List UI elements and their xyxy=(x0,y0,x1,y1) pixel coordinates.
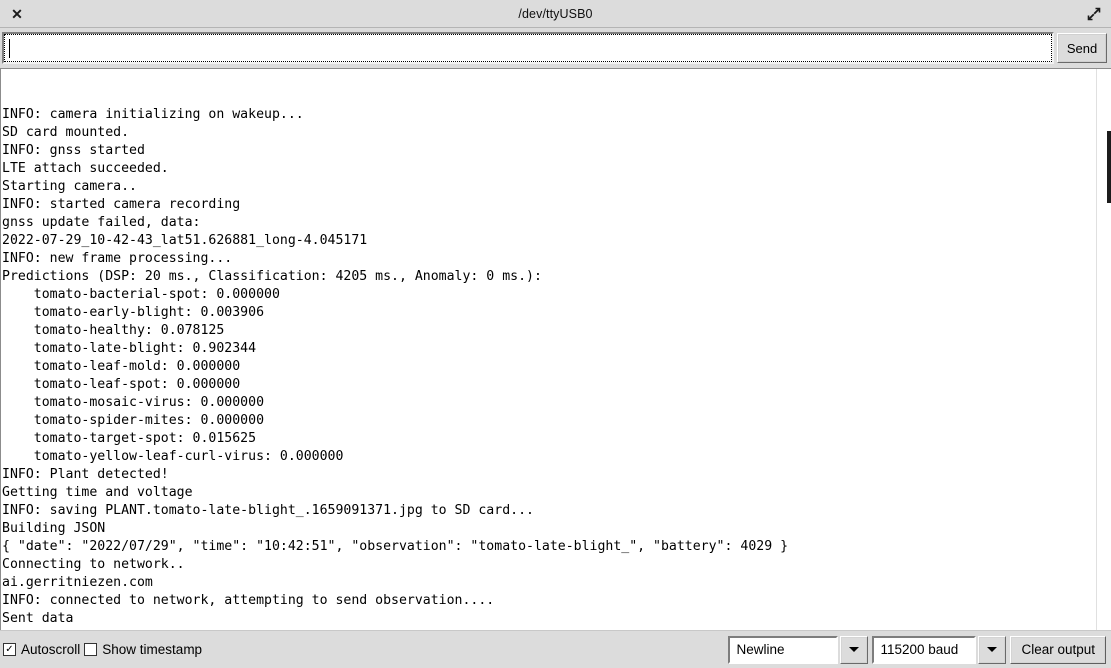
console-line: ai.gerritniezen.com xyxy=(2,575,153,590)
console-line: INFO: connected to network, attempting t… xyxy=(2,593,495,608)
text-caret xyxy=(9,38,10,58)
console-line: tomato-mosaic-virus: 0.000000 xyxy=(2,395,265,410)
console-area: INFO: camera initializing on wakeup... SD… xyxy=(0,68,1111,630)
console-line: Sent data xyxy=(2,611,74,626)
console-line: tomato-yellow-leaf-curl-virus: 0.000000 xyxy=(2,449,344,464)
console-line: INFO: camera initializing on wakeup... xyxy=(2,107,304,122)
line-ending-select[interactable]: Newline xyxy=(728,635,869,664)
autoscroll-checkbox[interactable]: ✓ Autoscroll xyxy=(3,642,80,657)
autoscroll-checkbox-box: ✓ xyxy=(3,643,16,656)
console-line: INFO: saving PLANT.tomato-late-blight_.1… xyxy=(2,503,534,518)
maximize-icon[interactable] xyxy=(1083,3,1105,25)
autoscroll-label: Autoscroll xyxy=(21,642,81,657)
console-line: tomato-early-blight: 0.003906 xyxy=(2,305,265,320)
console-line: tomato-leaf-mold: 0.000000 xyxy=(2,359,241,374)
baud-rate-select[interactable]: 115200 baud xyxy=(872,635,1007,664)
console-line: Connecting to network.. xyxy=(2,557,185,572)
show-timestamp-label: Show timestamp xyxy=(102,642,203,657)
show-timestamp-checkbox[interactable]: Show timestamp xyxy=(84,642,202,657)
console-output[interactable]: INFO: camera initializing on wakeup... SD… xyxy=(1,69,1096,630)
console-line: 2022-07-29_10-42-43_lat51.626881_long-4.… xyxy=(2,233,368,248)
chevron-down-glyph xyxy=(849,647,860,652)
chevron-down-glyph xyxy=(987,647,998,652)
console-line: INFO: Plant detected! xyxy=(2,467,169,482)
console-line: INFO: gnss started xyxy=(2,143,145,158)
send-row: Send xyxy=(0,28,1111,68)
console-line: tomato-target-spot: 0.015625 xyxy=(2,431,257,446)
console-line: SD card mounted. xyxy=(2,125,130,140)
baud-rate-value[interactable]: 115200 baud xyxy=(872,635,977,664)
console-line: Starting camera.. xyxy=(2,179,137,194)
clear-output-button[interactable]: Clear output xyxy=(1010,635,1106,664)
chevron-down-icon[interactable] xyxy=(840,635,869,664)
close-icon[interactable]: ✕ xyxy=(0,0,34,27)
window-title: /dev/ttyUSB0 xyxy=(518,6,593,21)
chevron-down-icon[interactable] xyxy=(978,635,1007,664)
send-input[interactable] xyxy=(2,32,1054,64)
send-button[interactable]: Send xyxy=(1057,33,1107,63)
titlebar: ✕ /dev/ttyUSB0 xyxy=(0,0,1111,28)
console-line: INFO: new frame processing... xyxy=(2,251,233,266)
console-line: tomato-bacterial-spot: 0.000000 xyxy=(2,287,280,302)
console-line: tomato-healthy: 0.078125 xyxy=(2,323,225,338)
console-line: tomato-spider-mites: 0.000000 xyxy=(2,413,265,428)
serial-monitor-window: ✕ /dev/ttyUSB0 Send INFO: camera initial… xyxy=(0,0,1111,668)
console-line: tomato-leaf-spot: 0.000000 xyxy=(2,377,241,392)
console-line: HGoing to deep sleep.. xyxy=(2,628,1096,630)
status-bar: ✓ Autoscroll Show timestamp Newline 1152… xyxy=(0,630,1111,668)
console-line: LTE attach succeeded. xyxy=(2,161,169,176)
scrollbar-thumb[interactable] xyxy=(1107,131,1111,203)
vertical-scrollbar[interactable] xyxy=(1096,69,1111,630)
console-line: { "date": "2022/07/29", "time": "10:42:5… xyxy=(2,539,789,554)
console-line: gnss update failed, data: xyxy=(2,215,201,230)
show-timestamp-checkbox-box xyxy=(84,643,98,656)
console-line: tomato-late-blight: 0.902344 xyxy=(2,341,257,356)
line-ending-value[interactable]: Newline xyxy=(728,635,839,664)
console-lines: INFO: camera initializing on wakeup... SD… xyxy=(2,106,1096,630)
console-line: Building JSON xyxy=(2,521,106,536)
console-line: INFO: started camera recording xyxy=(2,197,241,212)
console-line: Predictions (DSP: 20 ms., Classification… xyxy=(2,269,542,284)
console-line: Getting time and voltage xyxy=(2,485,193,500)
